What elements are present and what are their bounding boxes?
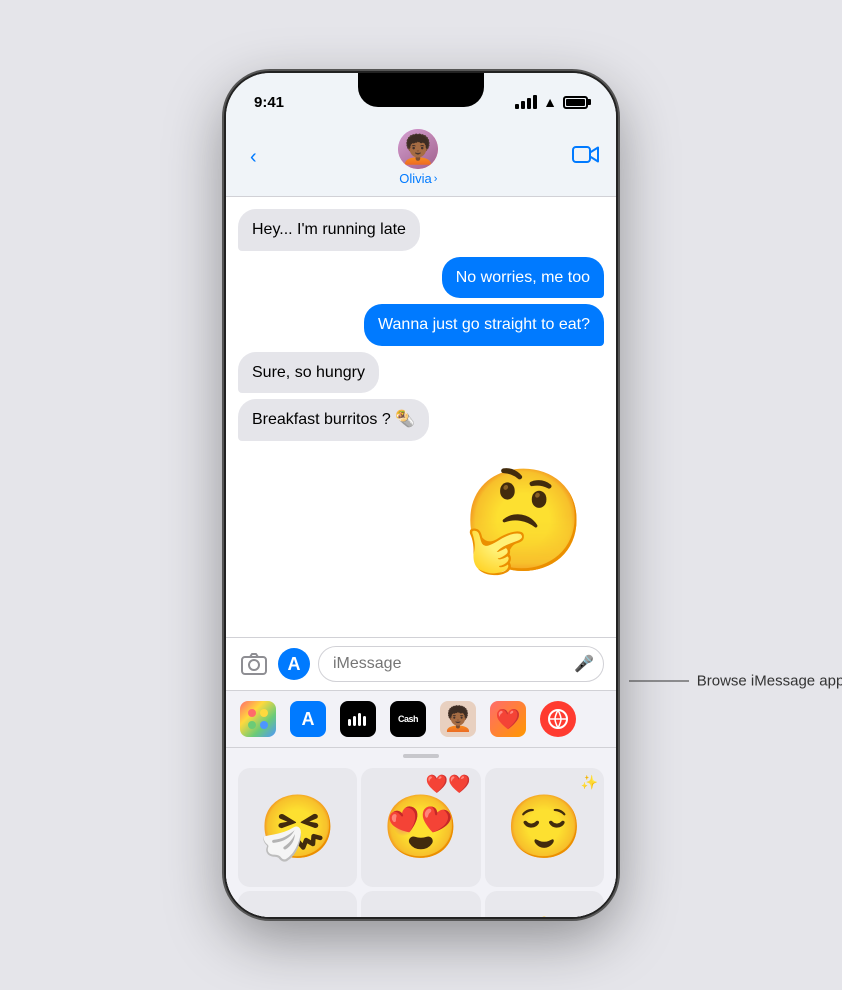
status-icons: ▲ bbox=[515, 94, 588, 110]
memoji-cell-6[interactable]: 🤴🏾 bbox=[485, 891, 604, 917]
app-store-icon: A bbox=[288, 654, 301, 675]
memoji-grid: 🤧 😍 ❤️❤️ 😌 ✨ 🤔 🥱 bbox=[226, 760, 616, 917]
memoji-sticker: 🤔 bbox=[454, 451, 594, 591]
message-input-wrapper: 🎤 bbox=[318, 646, 604, 682]
wifi-icon: ▲ bbox=[543, 94, 557, 110]
bubble-incoming-1[interactable]: Hey... I'm running late bbox=[238, 209, 420, 251]
memoji-4-icon: 🤔 bbox=[259, 915, 336, 918]
message-row-3: Wanna just go straight to eat? bbox=[238, 304, 604, 346]
memoji-1-icon: 🤧 bbox=[259, 791, 336, 864]
nav-bar: ‹ 🧑🏾‍🦱 Olivia › bbox=[226, 123, 616, 197]
annotation: Browse iMessage apps. bbox=[629, 672, 842, 689]
message-row-5: Breakfast burritos ? 🌯 bbox=[238, 399, 604, 441]
video-icon bbox=[572, 144, 600, 166]
video-call-button[interactable] bbox=[572, 144, 600, 172]
message-row-4: Sure, so hungry bbox=[238, 352, 604, 394]
tray-memoji-button[interactable]: 🧑🏾‍🦱 bbox=[440, 701, 476, 737]
signal-bar-4 bbox=[533, 95, 537, 109]
contact-header[interactable]: 🧑🏾‍🦱 Olivia › bbox=[398, 129, 438, 186]
memoji-sticker-row: 🤔 bbox=[238, 451, 604, 591]
hearts-decoration: ❤️❤️ bbox=[426, 774, 471, 795]
battery-icon bbox=[563, 96, 588, 109]
signal-bars-icon bbox=[515, 95, 537, 109]
avatar: 🧑🏾‍🦱 bbox=[398, 129, 438, 169]
app-store-button[interactable]: A bbox=[278, 648, 310, 680]
memoji-3-icon: 😌 bbox=[506, 791, 583, 864]
status-time: 9:41 bbox=[254, 94, 284, 111]
contact-chevron-icon: › bbox=[434, 173, 438, 185]
memoji-cell-2[interactable]: 😍 ❤️❤️ bbox=[361, 768, 480, 887]
annotation-text: Browse iMessage apps. bbox=[697, 672, 842, 689]
tray-photos-button[interactable] bbox=[240, 701, 276, 737]
bubble-outgoing-2[interactable]: No worries, me too bbox=[442, 257, 604, 299]
memoji-6-icon: 🤴🏾 bbox=[506, 915, 583, 917]
camera-icon bbox=[241, 653, 267, 675]
memoji-cell-5[interactable]: 🥱 bbox=[361, 891, 480, 917]
cash-icon: Cash bbox=[398, 714, 418, 724]
photos-icon bbox=[247, 708, 269, 730]
message-row-2: No worries, me too bbox=[238, 257, 604, 299]
contact-name-label: Olivia › bbox=[399, 171, 437, 186]
signal-bar-1 bbox=[515, 104, 519, 109]
app-tray: A Cash 🧑🏾‍🦱 bbox=[226, 690, 616, 917]
tray-browse-button[interactable] bbox=[540, 701, 576, 737]
tray-stickers-button[interactable]: ❤️ bbox=[490, 701, 526, 737]
signal-bar-3 bbox=[527, 98, 531, 109]
tray-soundbars-button[interactable] bbox=[340, 701, 376, 737]
back-button[interactable]: ‹ bbox=[242, 142, 265, 173]
appstore-tray-icon: A bbox=[302, 709, 315, 730]
tray-cash-button[interactable]: Cash bbox=[390, 701, 426, 737]
browse-icon bbox=[547, 708, 569, 730]
battery-fill bbox=[566, 99, 585, 106]
message-input-area: A 🎤 bbox=[226, 637, 616, 690]
memoji-5-icon: 🥱 bbox=[382, 915, 459, 918]
soundbars-icon bbox=[347, 712, 369, 726]
stickers-icon: ❤️ bbox=[496, 707, 521, 732]
bubble-outgoing-3[interactable]: Wanna just go straight to eat? bbox=[364, 304, 604, 346]
memoji-cell-3[interactable]: 😌 ✨ bbox=[485, 768, 604, 887]
bubble-incoming-4[interactable]: Sure, so hungry bbox=[238, 352, 379, 394]
contact-name-text: Olivia bbox=[399, 171, 432, 186]
app-tray-icons-row: A Cash 🧑🏾‍🦱 bbox=[226, 691, 616, 748]
memoji-cell-1[interactable]: 🤧 bbox=[238, 768, 357, 887]
signal-bar-2 bbox=[521, 101, 525, 109]
message-row-1: Hey... I'm running late bbox=[238, 209, 604, 251]
memoji-emoji: 🤔 bbox=[462, 471, 587, 571]
memoji-cell-4[interactable]: 🤔 bbox=[238, 891, 357, 917]
mic-button[interactable]: 🎤 bbox=[574, 654, 594, 674]
notch bbox=[358, 73, 484, 107]
bubble-incoming-5[interactable]: Breakfast burritos ? 🌯 bbox=[238, 399, 429, 441]
chat-area: Hey... I'm running late No worries, me t… bbox=[226, 197, 616, 637]
drag-handle bbox=[403, 754, 439, 758]
sparkle-decoration: ✨ bbox=[581, 774, 598, 791]
message-input[interactable] bbox=[318, 646, 604, 682]
memoji-tray-icon: 🧑🏾‍🦱 bbox=[443, 705, 473, 734]
phone-frame: 9:41 ▲ ‹ 🧑🏾‍🦱 bbox=[226, 73, 616, 917]
camera-button[interactable] bbox=[238, 648, 270, 680]
memoji-2-icon: 😍 bbox=[382, 791, 459, 864]
tray-appstore-button[interactable]: A bbox=[290, 701, 326, 737]
annotation-line bbox=[629, 680, 689, 681]
